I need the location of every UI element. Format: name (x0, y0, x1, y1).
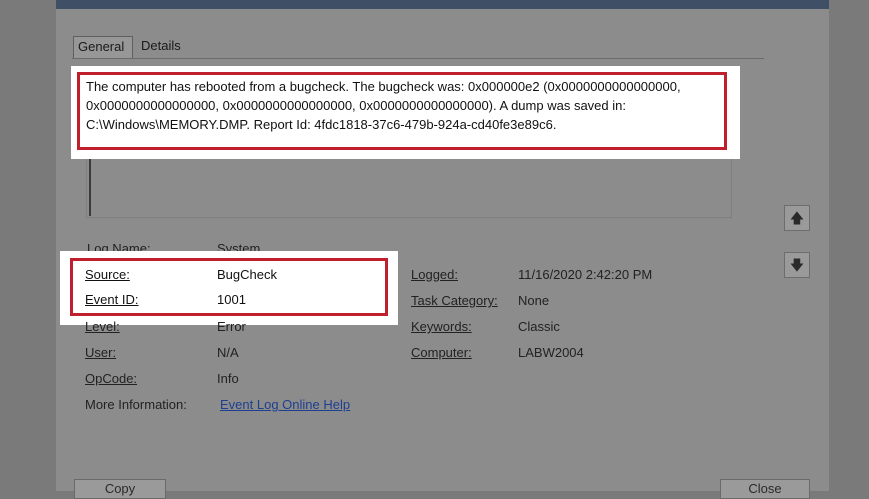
keywords-value: Classic (518, 319, 560, 334)
opcode-label: OpCode: (85, 371, 138, 386)
tab-details[interactable]: Details (137, 36, 193, 58)
more-information-label: More Information: (85, 397, 187, 412)
source-value: BugCheck (217, 267, 277, 282)
level-label: Level: (85, 319, 120, 334)
computer-label: Computer: (411, 345, 472, 360)
scroll-up-button[interactable]: 🡅 (784, 205, 810, 231)
copy-button[interactable]: Copy (74, 479, 166, 499)
logged-value: 11/16/2020 2:42:20 PM (518, 267, 653, 282)
computer-value: LABW2004 (518, 345, 584, 360)
event-log-online-help-link[interactable]: Event Log Online Help (220, 396, 350, 414)
event-description: The computer has rebooted from a bugchec… (86, 79, 681, 132)
window-titlebar (56, 0, 829, 9)
event-id-value: 1001 (217, 292, 246, 307)
task-category-value: None (518, 293, 550, 308)
user-value: N/A (217, 345, 239, 360)
up-arrow-icon: 🡅 (789, 210, 805, 226)
tab-divider (72, 58, 764, 59)
logged-label: Logged: (411, 267, 458, 282)
source-label: Source: (85, 267, 130, 282)
down-arrow-icon: 🡇 (789, 257, 805, 273)
scroll-down-button[interactable]: 🡇 (784, 252, 810, 278)
opcode-value: Info (217, 371, 239, 386)
tab-general[interactable]: General (73, 36, 133, 58)
user-label: User: (85, 345, 117, 360)
event-id-label: Event ID: (85, 292, 139, 307)
keywords-label: Keywords: (411, 319, 472, 334)
level-value: Error (217, 319, 246, 334)
task-category-label: Task Category: (411, 293, 498, 308)
close-button[interactable]: Close (720, 479, 810, 499)
description-highlight: The computer has rebooted from a bugchec… (71, 66, 740, 159)
